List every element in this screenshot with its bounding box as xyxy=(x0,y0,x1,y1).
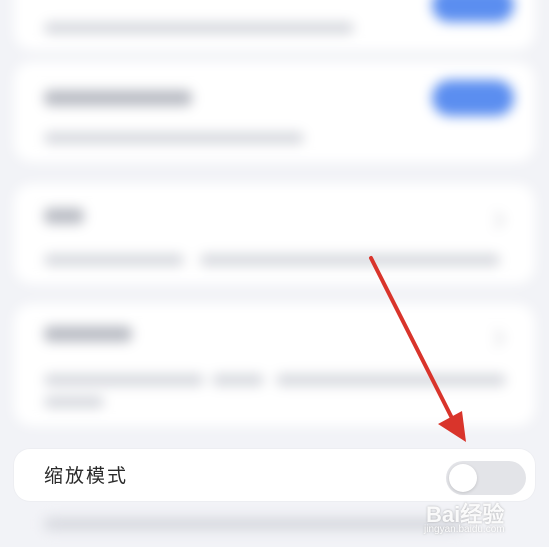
blurred-card-top xyxy=(14,0,535,50)
zoom-mode-setting-row: 缩放模式 xyxy=(14,449,535,501)
blurred-card-toggle-on xyxy=(14,62,535,162)
zoom-mode-toggle[interactable] xyxy=(446,461,526,495)
watermark-url-text: jingyan.baidu.com xyxy=(424,524,505,535)
toggle-knob xyxy=(449,464,477,492)
blurred-card-4 xyxy=(14,304,535,426)
settings-screen: 缩放模式 Bai经验 jingyan.baidu.com xyxy=(0,0,549,547)
blurred-card-3 xyxy=(14,184,535,284)
baidu-jingyan-watermark: Bai经验 jingyan.baidu.com xyxy=(420,497,540,541)
zoom-mode-label: 缩放模式 xyxy=(44,465,129,487)
